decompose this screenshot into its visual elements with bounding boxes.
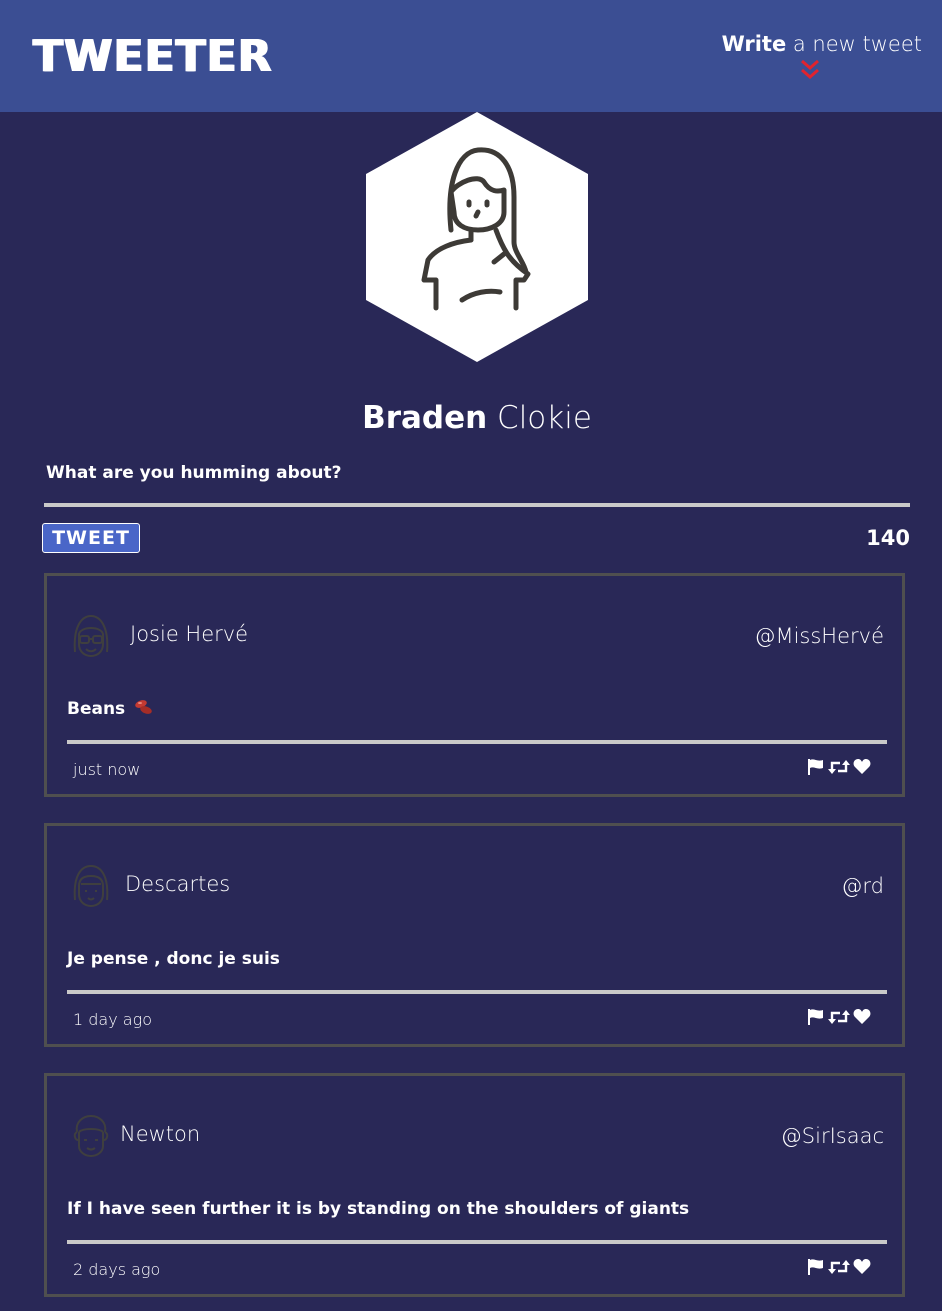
heart-icon[interactable] [853,1009,871,1029]
tweet-timestamp: 2 days ago [73,1260,161,1279]
retweet-icon[interactable] [828,759,850,779]
character-counter: 140 [866,526,910,550]
compose-textarea[interactable] [44,503,910,507]
tweet-text: If I have seen further it is by standing… [67,1199,690,1219]
curly-hair-person-icon [73,1114,109,1158]
profile-last-name: Clokie [497,400,592,436]
tweet-card: Josie Hervé @MissHervé Beans just now [44,573,905,797]
tweet-author-handle[interactable]: @rd [841,872,884,900]
tweet-actions [807,1259,871,1279]
glasses-person-icon [73,614,109,658]
profile-avatar [366,112,588,362]
tweet-divider [67,1240,887,1244]
tweet-divider [67,990,887,994]
tweet-timestamp: just now [73,760,141,779]
bangs-person-icon [73,864,109,908]
write-new-tweet-label: Write a new tweet [722,30,922,58]
flag-icon[interactable] [807,1008,825,1030]
retweet-icon[interactable] [828,1009,850,1029]
write-new-tweet-toggle[interactable]: Write a new tweet [722,30,922,79]
tweet-timestamp: 1 day ago [73,1010,152,1029]
tweet-text: Beans [67,697,155,721]
tweet-button[interactable]: TWEET [42,523,140,553]
tweet-author-name[interactable]: Josie Hervé [130,620,248,648]
flag-icon[interactable] [807,1258,825,1280]
write-word: Write [721,32,787,56]
profile-name: Braden Clokie [0,398,942,438]
compose-prompt-label: What are you humming about? [46,463,342,483]
tweet-text-content: Beans [67,699,126,719]
beans-icon [135,700,152,714]
new-tweet-words: a new tweet [792,32,922,56]
flag-icon[interactable] [807,758,825,780]
profile-first-name: Braden [362,400,488,436]
tweet-author-handle[interactable]: @SirIsaac [781,1122,884,1150]
tweet-author-name[interactable]: Descartes [125,870,230,898]
retweet-icon[interactable] [828,1259,850,1279]
tweet-author-name[interactable]: Newton [120,1120,200,1148]
tweet-actions [807,1009,871,1029]
tweet-actions [807,759,871,779]
top-navbar: TWEETER Write a new tweet [0,0,942,112]
tweet-text: Je pense , donc je suis [67,949,280,969]
tweet-divider [67,740,887,744]
chevron-double-down-icon[interactable] [800,59,820,81]
heart-icon[interactable] [853,759,871,779]
app-logo[interactable]: TWEETER [33,30,273,84]
tweet-author-handle[interactable]: @MissHervé [754,622,884,650]
heart-icon[interactable] [853,1259,871,1279]
tweet-card: Newton @SirIsaac If I have seen further … [44,1073,905,1297]
tweet-card: Descartes @rd Je pense , donc je suis 1 … [44,823,905,1047]
